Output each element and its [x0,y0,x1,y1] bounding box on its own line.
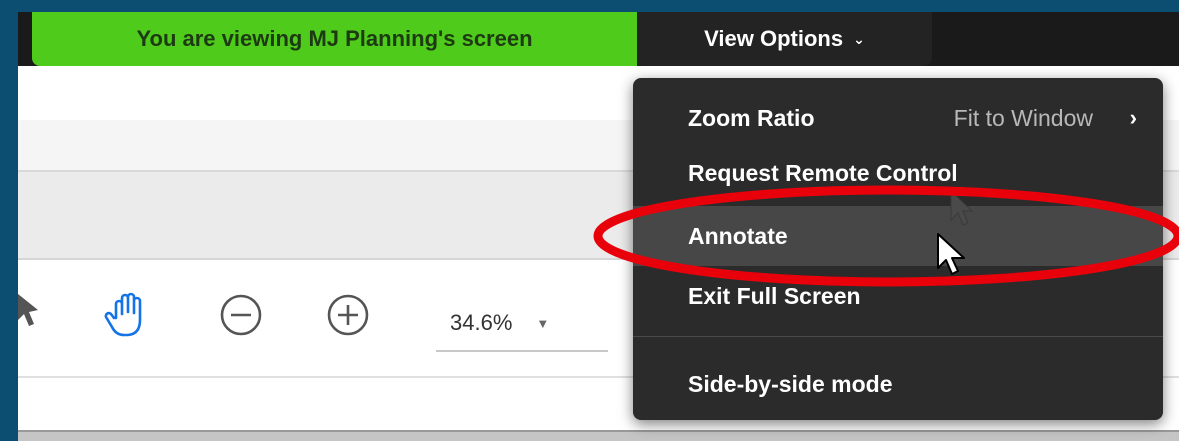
hand-tool-icon[interactable] [104,288,154,340]
zoom-ratio-value: Fit to Window [953,104,1093,131]
zoom-level-dropdown[interactable]: 34.6% ▼ [436,296,608,352]
side-by-side-mode-label: Side-by-side mode [688,370,893,397]
chevron-right-icon: › [1129,105,1137,130]
shared-screen-frame: You are viewing MJ Planning's screen Vie… [18,0,1179,441]
annotate-label: Annotate [688,222,788,249]
exit-full-screen-label: Exit Full Screen [688,282,861,309]
screen-share-banner: You are viewing MJ Planning's screen [32,12,637,66]
menu-item-zoom-ratio[interactable]: Zoom Ratio Fit to Window › [633,88,1163,148]
menu-divider [633,336,1163,337]
select-tool-icon[interactable] [18,294,40,334]
caret-down-icon: ▼ [536,315,550,331]
view-options-button[interactable]: View Options ⌄ [637,12,932,66]
remote-pointer-cursor-icon [950,190,974,226]
zoom-in-icon[interactable] [325,292,371,338]
menu-item-request-remote-control[interactable]: Request Remote Control [633,146,1163,190]
document-page-edge [18,430,1179,441]
screen-share-banner-text: You are viewing MJ Planning's screen [136,26,533,51]
view-options-label: View Options [704,26,844,51]
menu-item-side-by-side-mode[interactable]: Side-by-side mode [633,354,1163,414]
chevron-down-icon: ⌄ [853,30,865,47]
zoom-ratio-label: Zoom Ratio [688,104,815,131]
window-top-border [18,0,1179,12]
request-remote-control-label: Request Remote Control [688,160,958,186]
menu-item-annotate[interactable]: Annotate [633,206,1163,266]
mouse-cursor-icon [937,233,965,275]
menu-item-exit-full-screen[interactable]: Exit Full Screen [633,266,1163,326]
zoom-out-icon[interactable] [218,292,264,338]
view-options-menu: Zoom Ratio Fit to Window › Request Remot… [633,78,1163,420]
zoom-level-value: 34.6% [450,310,513,335]
